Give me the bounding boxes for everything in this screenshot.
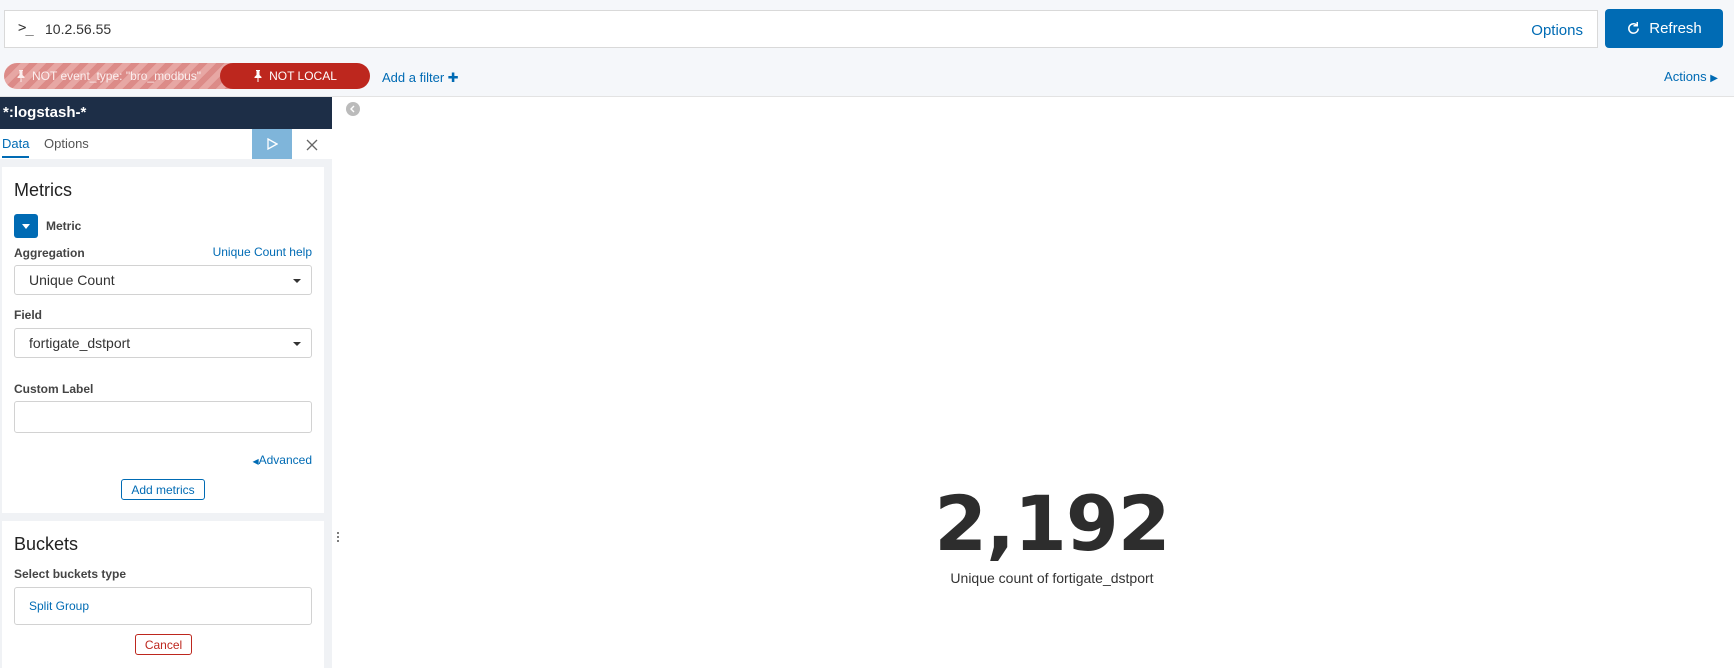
metric-label: Unique count of fortigate_dstport xyxy=(950,570,1154,586)
buckets-title: Buckets xyxy=(14,534,79,554)
filter-pill-label: NOT event_type: "bro_modbus" xyxy=(32,69,202,83)
refresh-button[interactable]: Refresh xyxy=(1605,9,1723,48)
plus-icon: ✚ xyxy=(447,70,459,85)
pin-icon xyxy=(254,70,262,82)
cancel-button[interactable]: Cancel xyxy=(135,634,192,655)
editor-tabs: Data Options xyxy=(0,129,332,159)
refresh-label: Refresh xyxy=(1649,20,1702,37)
filter-pill-disabled[interactable]: NOT event_type: "bro_modbus" xyxy=(4,63,244,89)
actions-label: Actions xyxy=(1664,69,1707,84)
metrics-card: Metrics Metric Aggregation Unique Count … xyxy=(2,167,324,513)
refresh-icon xyxy=(1628,21,1640,34)
custom-label-input[interactable] xyxy=(14,401,312,433)
caret-down-icon xyxy=(293,279,301,283)
metric-value: 2,192 xyxy=(934,479,1170,568)
filter-pill-label: NOT LOCAL xyxy=(269,69,337,83)
tab-data[interactable]: Data xyxy=(2,136,30,158)
query-prompt-icon: >_ xyxy=(18,20,34,36)
metric-collapse-toggle[interactable] xyxy=(14,214,38,238)
apply-changes-button[interactable] xyxy=(252,129,292,159)
index-pattern-title: *:logstash-* xyxy=(0,97,332,129)
pin-icon xyxy=(17,70,25,82)
search-input[interactable]: >_ 10.2.56.55 Options xyxy=(4,10,1598,48)
field-value: fortigate_dstport xyxy=(29,335,131,351)
collapse-sidebar-button[interactable] xyxy=(346,102,360,116)
aggregation-help-link[interactable]: Unique Count help xyxy=(213,245,312,259)
caret-right-icon: ▶ xyxy=(1710,73,1718,84)
aggregation-value: Unique Count xyxy=(29,272,115,288)
chevron-down-icon xyxy=(22,223,30,229)
chevron-left-icon xyxy=(350,105,355,113)
select-buckets-type-label: Select buckets type xyxy=(14,567,127,581)
filter-bar: NOT event_type: "bro_modbus" NOT LOCAL A… xyxy=(0,58,1734,97)
field-label: Field xyxy=(14,308,43,322)
field-select[interactable]: fortigate_dstport xyxy=(14,328,312,358)
aggregation-label: Aggregation xyxy=(14,246,85,260)
discard-button[interactable] xyxy=(302,135,322,155)
buckets-card: Buckets Select buckets type Split Group … xyxy=(2,521,324,668)
query-bar: >_ 10.2.56.55 Options Refresh xyxy=(0,0,1734,58)
split-group-option[interactable]: Split Group xyxy=(14,587,312,625)
play-icon xyxy=(267,138,278,150)
custom-label-label: Custom Label xyxy=(14,382,94,396)
tab-options[interactable]: Options xyxy=(44,136,89,151)
advanced-label: Advanced xyxy=(258,453,312,467)
add-filter-link[interactable]: Add a filter ✚ xyxy=(382,70,459,86)
query-text[interactable]: 10.2.56.55 xyxy=(45,21,111,37)
metrics-title: Metrics xyxy=(14,180,72,200)
query-options-link[interactable]: Options xyxy=(1531,22,1583,39)
aggregation-select[interactable]: Unique Count xyxy=(14,265,312,295)
metric-item-label: Metric xyxy=(46,219,82,233)
filter-pill-active[interactable]: NOT LOCAL xyxy=(220,63,370,89)
caret-down-icon xyxy=(293,342,301,346)
advanced-toggle-link[interactable]: ◀Advanced xyxy=(252,453,312,467)
actions-link[interactable]: Actions ▶ xyxy=(1664,69,1718,84)
close-icon xyxy=(306,139,318,151)
add-filter-label: Add a filter xyxy=(382,70,445,85)
add-metrics-button[interactable]: Add metrics xyxy=(121,479,205,500)
resize-handle[interactable] xyxy=(334,530,342,548)
editor-sidebar: *:logstash-* Data Options Metrics Metric… xyxy=(0,97,332,668)
